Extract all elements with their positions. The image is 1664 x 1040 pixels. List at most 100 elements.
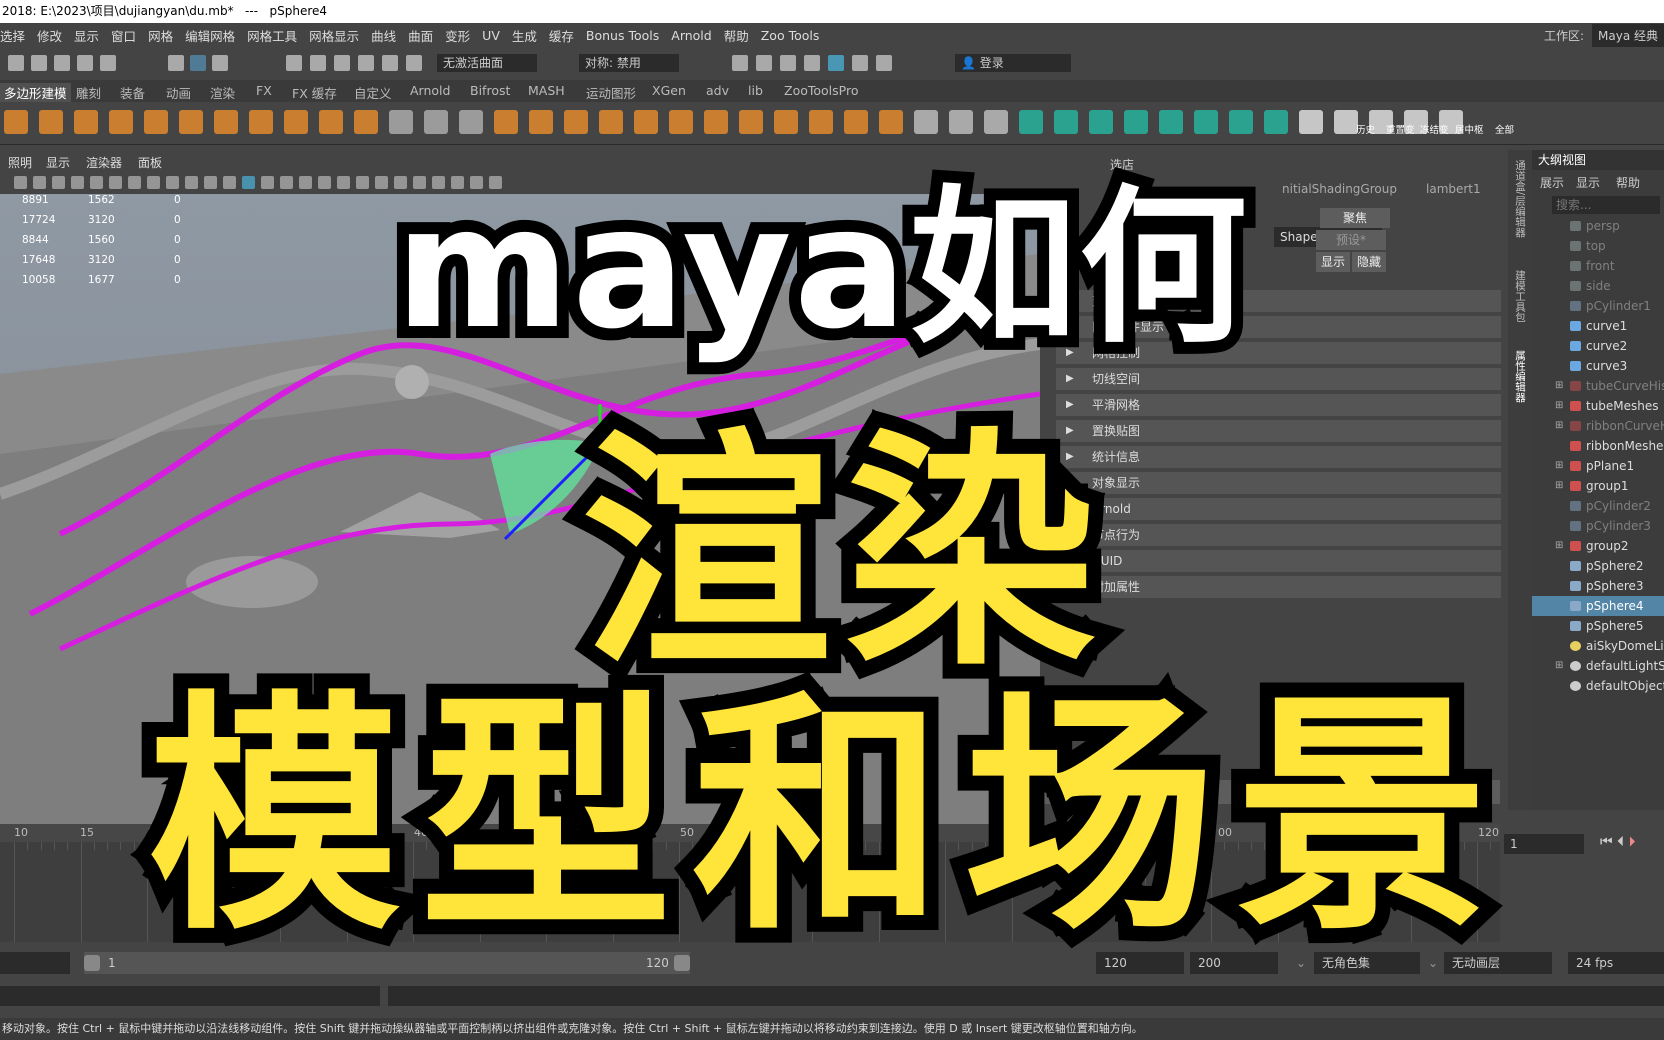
outliner-item[interactable]: curve1 [1532, 316, 1664, 336]
menu-item[interactable]: 网格工具 [247, 26, 306, 45]
shelf-tool-icon[interactable] [1194, 110, 1218, 134]
shelf-tool-icon[interactable] [74, 110, 98, 134]
outliner-item[interactable]: pSphere2 [1532, 556, 1664, 576]
menu-item[interactable]: 修改 [37, 26, 71, 45]
attr-section[interactable]: ▶ 节点行为 [1056, 524, 1501, 546]
viewport-menu-panels[interactable]: 面板 [138, 154, 162, 171]
outliner-item[interactable]: defaultObject [1532, 676, 1664, 696]
range-handle-start[interactable] [84, 955, 100, 971]
shelf-tab[interactable]: Arnold [410, 83, 450, 98]
pause-icon[interactable] [876, 55, 892, 71]
expand-icon[interactable]: ⊞ [1555, 376, 1563, 396]
shelf-tool-icon[interactable] [144, 110, 168, 134]
outliner-menu-show[interactable]: 显示 [1576, 174, 1600, 191]
menu-item[interactable]: 缓存 [549, 26, 583, 45]
new-scene-icon[interactable] [8, 55, 24, 71]
outliner-item[interactable]: ⊞ tubeCurveHis [1532, 376, 1664, 396]
shelf-tool-icon[interactable] [1124, 110, 1148, 134]
shelf-tool-icon[interactable] [914, 110, 938, 134]
shelf-tab[interactable]: FX [256, 83, 272, 98]
menu-item[interactable]: Zoo Tools [761, 28, 829, 43]
attr-tab-lambert[interactable]: lambert1 [1426, 182, 1481, 196]
shelf-tool-icon[interactable] [529, 110, 553, 134]
menu-item[interactable]: 选择 [0, 26, 34, 45]
expand-icon[interactable]: ⊞ [1555, 656, 1563, 676]
menu-item[interactable]: 网格显示 [309, 26, 368, 45]
show-button[interactable]: 显示 [1316, 252, 1350, 272]
shelf-tab[interactable]: adv [706, 83, 729, 98]
snap-edge-icon[interactable] [406, 55, 422, 71]
step-back-icon[interactable]: ⏴ [1617, 834, 1624, 850]
side-tab-attribute-editor[interactable]: 属性编辑器 [1513, 350, 1528, 403]
outliner-item[interactable]: pCylinder3 [1532, 516, 1664, 536]
shelf-tool-icon[interactable] [354, 110, 378, 134]
viewport-tool-icon[interactable] [356, 176, 369, 189]
shelf-tool-icon[interactable] [214, 110, 238, 134]
live-surface-field[interactable]: 无激活曲面 [437, 54, 537, 72]
shelf-tool-icon[interactable] [319, 110, 343, 134]
menu-item[interactable]: 编辑网格 [185, 26, 244, 45]
render-view-icon[interactable] [732, 55, 748, 71]
shelf-tool-icon[interactable] [179, 110, 203, 134]
shelf-tool-icon[interactable] [984, 110, 1008, 134]
shelf-tool-icon[interactable] [1054, 110, 1078, 134]
hypershade-icon[interactable] [828, 55, 844, 71]
viewport-menu-lighting[interactable]: 照明 [8, 154, 32, 171]
shelf-tool-icon[interactable] [809, 110, 833, 134]
shelf-tool-icon[interactable] [879, 110, 903, 134]
viewport-tool-icon[interactable] [71, 176, 84, 189]
outliner-item[interactable]: ⊞ ribbonCurveH [1532, 416, 1664, 436]
shelf-tool-icon[interactable] [949, 110, 973, 134]
shelf-tool-icon[interactable] [1019, 110, 1043, 134]
outliner-item[interactable]: curve2 [1532, 336, 1664, 356]
outliner-item[interactable]: ⊞ defaultLightSe [1532, 656, 1664, 676]
shelf-tool-icon[interactable] [739, 110, 763, 134]
shelf-tool-icon[interactable] [109, 110, 133, 134]
undo-icon[interactable] [77, 55, 93, 71]
outliner-item[interactable]: front [1532, 256, 1664, 276]
attr-section[interactable]: ▶ Arnold [1056, 498, 1501, 520]
snap-point-icon[interactable] [334, 55, 350, 71]
viewport-tool-icon[interactable] [337, 176, 350, 189]
attr-tab-shading-group[interactable]: nitialShadingGroup [1282, 182, 1397, 196]
outliner-item[interactable]: pSphere4 [1532, 596, 1664, 616]
outliner-item[interactable]: ⊞ pPlane1 [1532, 456, 1664, 476]
viewport-tool-icon[interactable] [166, 176, 179, 189]
viewport-tool-icon[interactable] [90, 176, 103, 189]
shelf-tool-icon[interactable] [564, 110, 588, 134]
side-tab-channel-box[interactable]: 通道盒/层编辑器 [1513, 160, 1528, 237]
outliner-menu-display[interactable]: 展示 [1540, 174, 1564, 191]
attr-section[interactable]: ▶ 附加属性 [1056, 576, 1501, 598]
viewport-tool-icon[interactable] [14, 176, 27, 189]
viewport-tool-icon[interactable] [242, 176, 255, 189]
light-editor-icon[interactable] [852, 55, 868, 71]
expand-icon[interactable]: ⊞ [1555, 416, 1563, 436]
viewport-tool-icon[interactable] [147, 176, 160, 189]
outliner-item[interactable]: pSphere3 [1532, 576, 1664, 596]
attr-section[interactable]: ▶ UUID [1056, 550, 1501, 572]
step-back-key-icon[interactable]: ⏵ [1629, 834, 1636, 850]
viewport-tool-icon[interactable] [299, 176, 312, 189]
viewport-tool-icon[interactable] [375, 176, 388, 189]
start-time-field[interactable] [0, 952, 70, 974]
shelf-tool-icon[interactable] [1334, 110, 1358, 134]
menu-item[interactable]: 曲面 [408, 26, 442, 45]
outliner-item[interactable]: curve3 [1532, 356, 1664, 376]
menu-item[interactable]: 生成 [512, 26, 546, 45]
outliner-item[interactable]: aiSkyDomeLig [1532, 636, 1664, 656]
expand-icon[interactable]: ⊞ [1555, 536, 1563, 556]
menu-item[interactable]: UV [482, 28, 509, 43]
viewport-tool-icon[interactable] [33, 176, 46, 189]
shelf-tool-icon[interactable] [4, 110, 28, 134]
attr-section[interactable]: ▶ 置换贴图 [1056, 420, 1501, 442]
shelf-tab[interactable]: XGen [652, 83, 686, 98]
shelf-tool-icon[interactable] [1299, 110, 1323, 134]
symmetry-field[interactable]: 对称: 禁用 [579, 54, 679, 72]
menu-item[interactable]: 曲线 [371, 26, 405, 45]
attr-section[interactable]: ▶ 统计信息 [1056, 446, 1501, 468]
outliner-item[interactable]: ⊞ tubeMeshes [1532, 396, 1664, 416]
preset-button[interactable]: 预设* [1316, 230, 1386, 250]
snap-surface-icon[interactable] [382, 55, 398, 71]
shelf-tab[interactable]: 装备 [120, 83, 145, 102]
attr-section[interactable]: ▶ 平滑网格 [1056, 394, 1501, 416]
